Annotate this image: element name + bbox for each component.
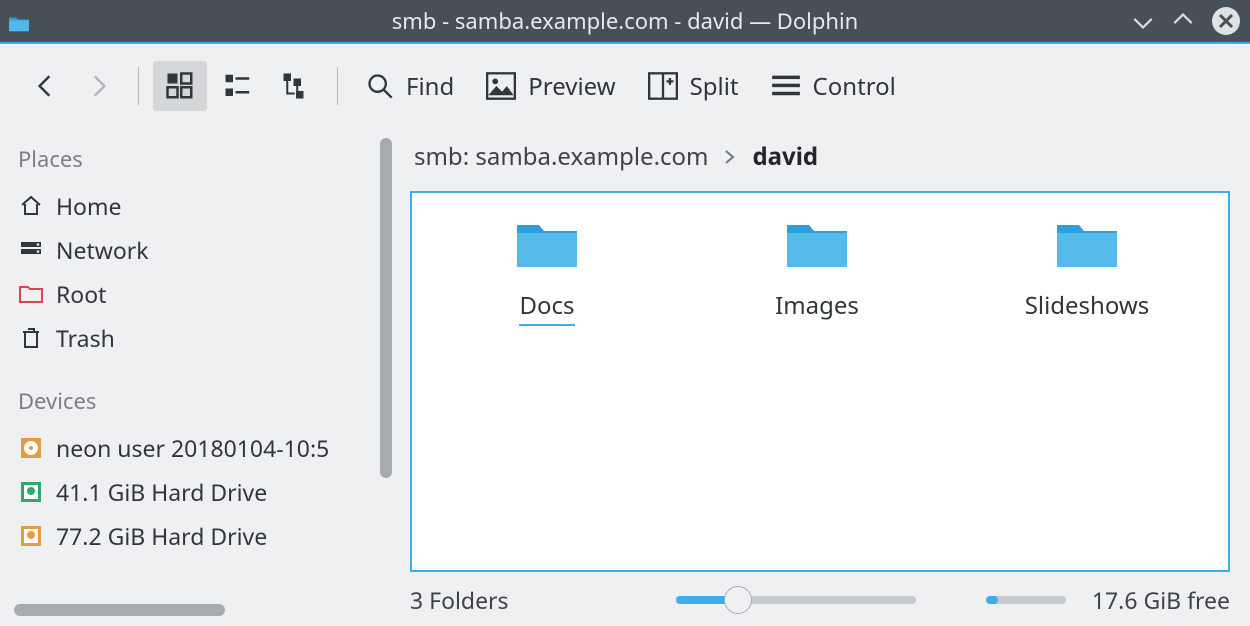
find-label: Find (406, 70, 454, 103)
back-button[interactable] (20, 61, 70, 111)
folder-item[interactable]: Docs (472, 217, 622, 326)
control-button[interactable]: Control (757, 61, 910, 111)
sidebar-item-device[interactable]: 77.2 GiB Hard Drive (0, 514, 380, 558)
maximize-icon[interactable] (1170, 8, 1196, 34)
free-space-label: 17.6 GiB free (1092, 584, 1230, 616)
sidebar-item-label: 41.1 GiB Hard Drive (56, 476, 267, 508)
trash-icon (18, 325, 44, 351)
sidebar-item-home[interactable]: Home (0, 184, 380, 228)
network-icon (18, 237, 44, 263)
breadcrumb[interactable]: smb: samba.example.com david (410, 136, 1230, 191)
status-bar: 3 Folders 17.6 GiB free (410, 572, 1230, 616)
close-icon[interactable] (1210, 5, 1242, 37)
root-folder-icon (18, 281, 44, 307)
folder-icon (1055, 217, 1119, 277)
window-controls (1130, 5, 1242, 37)
details-view-button[interactable] (269, 61, 323, 111)
sidebar-item-label: Network (56, 234, 149, 266)
hard-drive-icon (18, 523, 44, 549)
icon-view-button[interactable] (153, 61, 207, 111)
optical-disc-icon (18, 435, 44, 461)
sidebar-item-label: Trash (56, 322, 115, 354)
toolbar-divider (138, 67, 139, 105)
sidebar-item-trash[interactable]: Trash (0, 316, 380, 360)
breadcrumb-current[interactable]: david (752, 140, 818, 173)
sidebar-item-label: neon user 20180104-10:5 (56, 432, 329, 464)
folder-count: 3 Folders (410, 584, 509, 616)
folder-item[interactable]: Slideshows (1012, 217, 1162, 324)
hard-drive-icon (18, 479, 44, 505)
split-label: Split (690, 70, 739, 103)
folder-label: Docs (519, 287, 574, 326)
find-button[interactable]: Find (352, 61, 468, 111)
places-heading: Places (0, 136, 380, 184)
sidebar-item-label: 77.2 GiB Hard Drive (56, 520, 267, 552)
sidebar-item-label: Root (56, 278, 106, 310)
breadcrumb-segment[interactable]: smb: samba.example.com (414, 140, 708, 173)
folder-icon (785, 217, 849, 277)
split-button[interactable]: Split (634, 61, 753, 111)
free-space-indicator (986, 596, 1066, 604)
sidebar-item-network[interactable]: Network (0, 228, 380, 272)
folder-label: Images (775, 287, 859, 324)
places-panel: Places Home Network Root (0, 128, 380, 626)
sidebar-item-root[interactable]: Root (0, 272, 380, 316)
forward-button[interactable] (74, 61, 124, 111)
control-label: Control (813, 70, 896, 103)
folder-item[interactable]: Images (742, 217, 892, 324)
toolbar: Find Preview Split Control (0, 44, 1250, 128)
window-title: smb - samba.example.com - david — Dolphi… (0, 6, 1250, 36)
folder-icon (515, 217, 579, 277)
main-pane: smb: samba.example.com david Docs Images (392, 128, 1250, 626)
sidebar-item-device[interactable]: 41.1 GiB Hard Drive (0, 470, 380, 514)
sidebar-item-device[interactable]: neon user 20180104-10:5 (0, 426, 380, 470)
folder-label: Slideshows (1025, 287, 1150, 324)
compact-view-button[interactable] (211, 61, 265, 111)
preview-label: Preview (528, 70, 615, 103)
app-folder-icon (8, 12, 30, 30)
toolbar-divider (337, 67, 338, 105)
chevron-right-icon (722, 140, 738, 173)
file-view[interactable]: Docs Images Slideshows (410, 191, 1230, 572)
minimize-icon[interactable] (1130, 8, 1156, 34)
home-icon (18, 193, 44, 219)
preview-button[interactable]: Preview (472, 61, 629, 111)
zoom-slider[interactable] (676, 596, 916, 604)
vertical-scrollbar[interactable] (380, 128, 392, 626)
devices-heading: Devices (0, 378, 380, 426)
title-bar: smb - samba.example.com - david — Dolphi… (0, 0, 1250, 44)
sidebar-item-label: Home (56, 190, 121, 222)
sidebar-horizontal-scrollbar[interactable] (14, 604, 366, 616)
